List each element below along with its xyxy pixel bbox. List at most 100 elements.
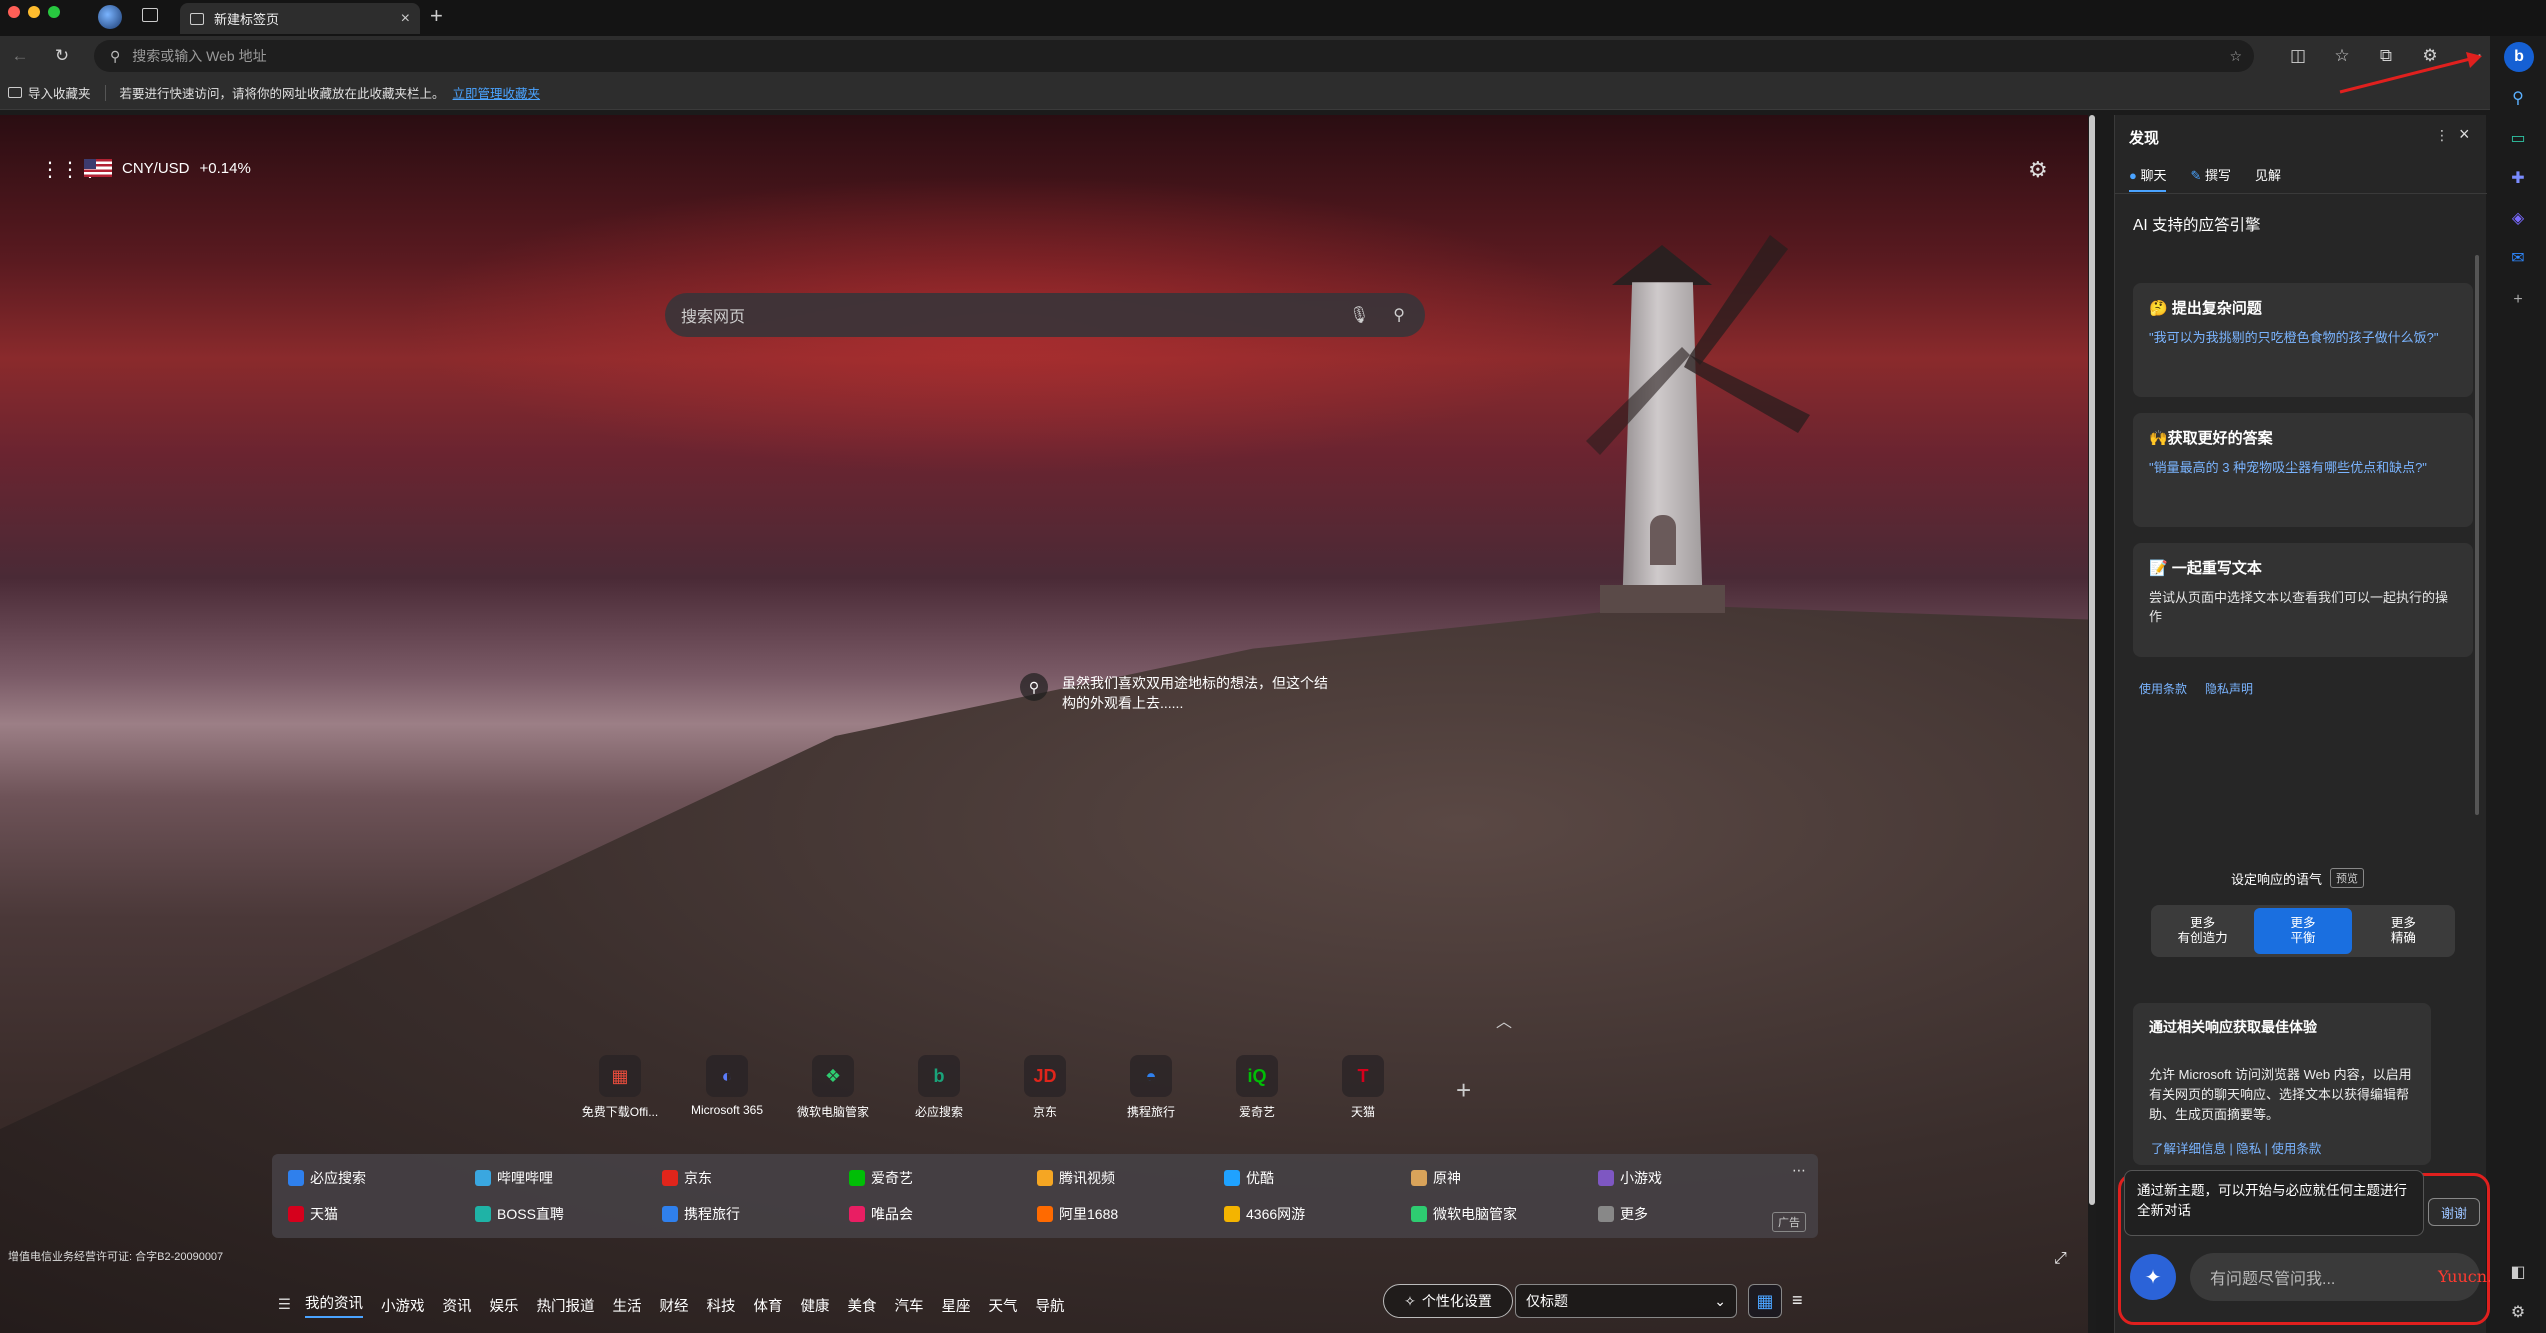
- thanks-button[interactable]: 谢谢: [2428, 1198, 2480, 1226]
- news-nav-item[interactable]: 科技: [707, 1295, 736, 1316]
- quick-link-ctrip[interactable]: ◓ 携程旅行: [1101, 1055, 1201, 1120]
- quick-link-microsoft365[interactable]: ◐ Microsoft 365: [677, 1055, 777, 1117]
- tools-icon[interactable]: ✚: [2504, 164, 2532, 192]
- layout-select[interactable]: 仅标题 ⌄: [1515, 1284, 1737, 1318]
- page-scrollbar[interactable]: [2088, 115, 2096, 1333]
- chat-input[interactable]: 有问题尽管问我...: [2190, 1253, 2480, 1301]
- sidebar-scrollbar[interactable]: [2475, 255, 2479, 815]
- tab-chat[interactable]: ● 聊天: [2129, 165, 2167, 192]
- site-link[interactable]: 唯品会: [849, 1204, 913, 1224]
- scrollbar-thumb[interactable]: [2089, 115, 2095, 1205]
- site-link[interactable]: 爱奇艺: [849, 1168, 913, 1188]
- suggestion-card-better[interactable]: 🙌获取更好的答案 "销量最高的 3 种宠物吸尘器有哪些优点和缺点?": [2133, 413, 2473, 527]
- tone-creative-button[interactable]: 更多 有创造力: [2154, 908, 2251, 954]
- site-link[interactable]: 腾讯视频: [1037, 1168, 1115, 1188]
- split-screen-icon[interactable]: ◫: [2284, 42, 2312, 70]
- grid-view-icon[interactable]: ▦: [1748, 1284, 1782, 1318]
- tab-compose[interactable]: ✎ 撰写: [2190, 165, 2231, 192]
- import-favorites-button[interactable]: 导入收藏夹: [8, 83, 91, 102]
- suggestion-card-complex[interactable]: 🤔 提出复杂问题 "我可以为我挑剔的只吃橙色食物的孩子做什么饭?": [2133, 283, 2473, 397]
- image-caption[interactable]: ⚲ 虽然我们喜欢双用途地标的想法，但这个结构的外观看上去......: [1020, 673, 1340, 713]
- tab-insights[interactable]: 见解: [2255, 165, 2281, 192]
- manage-favorites-link[interactable]: 立即管理收藏夹: [453, 87, 541, 101]
- close-window-button[interactable]: [8, 6, 20, 18]
- sidebar-more-icon[interactable]: ⋮: [2435, 127, 2449, 144]
- quick-link-iqiyi[interactable]: iQ 爱奇艺: [1207, 1055, 1307, 1120]
- quick-link-bing[interactable]: b 必应搜索: [889, 1055, 989, 1120]
- suggestion-card-rewrite[interactable]: 📝 一起重写文本 尝试从页面中选择文本以查看我们可以一起执行的操作: [2133, 543, 2473, 657]
- tab-actions-icon[interactable]: [142, 8, 158, 22]
- news-nav-item[interactable]: 资讯: [443, 1295, 472, 1316]
- site-link[interactable]: 更多: [1598, 1204, 1648, 1224]
- page-settings-gear-icon[interactable]: ⚙: [2028, 157, 2048, 183]
- news-nav-item[interactable]: 体育: [754, 1295, 783, 1316]
- profile-avatar[interactable]: [98, 5, 122, 29]
- news-nav-item[interactable]: 热门报道: [537, 1295, 595, 1316]
- news-nav-item[interactable]: 娱乐: [490, 1295, 519, 1316]
- tab-close-icon[interactable]: ×: [401, 10, 410, 28]
- privacy-link[interactable]: 隐私声明: [2205, 680, 2253, 697]
- personalize-button[interactable]: ✧ 个性化设置: [1383, 1284, 1513, 1318]
- expand-icon[interactable]: ⤢: [2054, 1250, 2067, 1268]
- news-nav-item[interactable]: 天气: [989, 1295, 1018, 1316]
- site-link[interactable]: 天猫: [288, 1204, 338, 1224]
- currency-widget[interactable]: CNY/USD +0.14%: [84, 159, 251, 177]
- news-nav-item[interactable]: 生活: [613, 1295, 642, 1316]
- hide-sidebar-icon[interactable]: ◧: [2504, 1258, 2532, 1286]
- quick-link-tmall[interactable]: T 天猫: [1313, 1055, 1413, 1120]
- quick-link-jd[interactable]: JD 京东: [995, 1055, 1095, 1120]
- sidebar-settings-gear-icon[interactable]: ⚙: [2504, 1298, 2532, 1326]
- zoom-window-button[interactable]: [48, 6, 60, 18]
- permission-links[interactable]: 了解详细信息 | 隐私 | 使用条款: [2151, 1138, 2321, 1157]
- list-view-icon[interactable]: ≡: [1792, 1290, 1803, 1311]
- tone-balanced-button[interactable]: 更多 平衡: [2254, 908, 2352, 954]
- back-icon[interactable]: ←: [6, 42, 34, 70]
- site-link[interactable]: 阿里1688: [1037, 1204, 1118, 1224]
- news-nav-item[interactable]: 汽车: [895, 1295, 924, 1316]
- add-quick-link-button[interactable]: +: [1456, 1075, 1471, 1106]
- microphone-icon[interactable]: 🎙: [1349, 305, 1369, 325]
- address-bar[interactable]: ⚲ 搜索或输入 Web 地址 ☆: [94, 40, 2254, 72]
- site-link[interactable]: 微软电脑管家: [1411, 1204, 1517, 1224]
- search-image-icon[interactable]: ⚲: [1020, 673, 1048, 701]
- quick-link-office[interactable]: ▦ 免费下载Offi...: [570, 1055, 670, 1120]
- site-link[interactable]: 原神: [1411, 1168, 1461, 1188]
- news-nav-item[interactable]: 小游戏: [381, 1295, 425, 1316]
- bing-copilot-icon[interactable]: b: [2504, 42, 2534, 72]
- refresh-icon[interactable]: ↻: [48, 42, 76, 70]
- sidebar-close-icon[interactable]: ×: [2459, 124, 2470, 145]
- new-tab-button[interactable]: +: [430, 3, 443, 29]
- site-link[interactable]: 小游戏: [1598, 1168, 1662, 1188]
- web-search-box[interactable]: 搜索网页 🎙 ⚲: [665, 293, 1425, 337]
- site-link[interactable]: 优酷: [1224, 1168, 1274, 1188]
- news-nav-item[interactable]: 我的资讯: [305, 1292, 363, 1318]
- minimize-window-button[interactable]: [28, 6, 40, 18]
- news-nav-item[interactable]: 导航: [1036, 1295, 1065, 1316]
- site-link[interactable]: 携程旅行: [662, 1204, 740, 1224]
- shopping-icon[interactable]: ▭: [2504, 124, 2532, 152]
- terms-link[interactable]: 使用条款: [2139, 680, 2187, 697]
- quick-link-pc-manager[interactable]: ❖ 微软电脑管家: [783, 1055, 883, 1120]
- news-nav-item[interactable]: 财经: [660, 1295, 689, 1316]
- site-link[interactable]: BOSS直聘: [475, 1204, 564, 1224]
- search-icon[interactable]: ⚲: [2504, 84, 2532, 112]
- favorites-message-text: 若要进行快速访问，请将你的网址收藏放在此收藏夹栏上。: [119, 87, 445, 101]
- add-app-icon[interactable]: +: [2504, 286, 2532, 314]
- new-topic-broom-icon[interactable]: ✦: [2130, 1254, 2176, 1300]
- news-nav-item[interactable]: 星座: [942, 1295, 971, 1316]
- site-link[interactable]: 哔哩哔哩: [475, 1168, 553, 1188]
- games-icon[interactable]: ◈: [2504, 204, 2532, 232]
- sites-more-icon[interactable]: ⋯: [1792, 1162, 1806, 1179]
- site-link[interactable]: 京东: [662, 1168, 712, 1188]
- hamburger-menu-icon[interactable]: ☰: [278, 1297, 291, 1313]
- news-nav-item[interactable]: 健康: [801, 1295, 830, 1316]
- outlook-icon[interactable]: ✉: [2504, 244, 2532, 272]
- site-link[interactable]: 必应搜索: [288, 1168, 366, 1188]
- news-nav-item[interactable]: 美食: [848, 1295, 877, 1316]
- chevron-up-icon[interactable]: ︿: [1496, 1008, 1512, 1032]
- tab-new-tab[interactable]: 新建标签页 ×: [180, 3, 420, 34]
- search-icon[interactable]: ⚲: [1393, 305, 1405, 325]
- add-favorite-icon[interactable]: ☆: [2229, 48, 2242, 65]
- site-link[interactable]: 4366网游: [1224, 1204, 1305, 1224]
- tone-precise-button[interactable]: 更多 精确: [2355, 908, 2452, 954]
